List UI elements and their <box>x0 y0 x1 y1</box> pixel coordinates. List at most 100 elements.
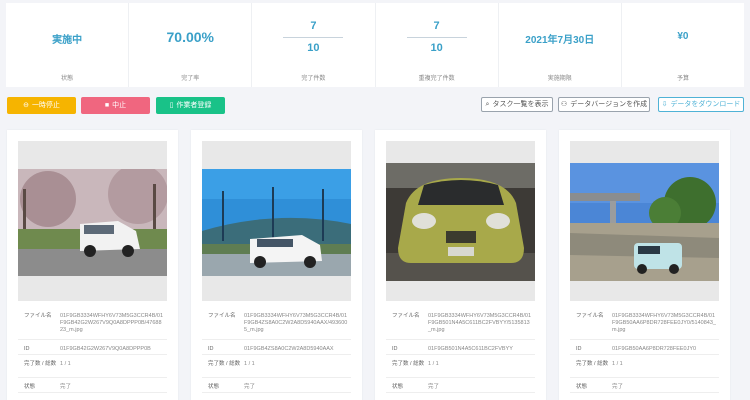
download-button[interactable]: ⇩ データをダウンロード <box>658 97 744 112</box>
meta-key: ファイル名 <box>392 313 420 319</box>
meta-value: 1 / 1 <box>428 361 439 367</box>
meta-key: ID <box>24 346 30 352</box>
stop-button[interactable]: ■ 中止 <box>81 97 150 114</box>
meta-key: 状態 <box>576 384 588 390</box>
stat-denominator: 10 <box>307 42 320 54</box>
image-card[interactable]: ファイル名 01F9GB3334WFHY6V73M5G3CCR4B/01F9GB4… <box>191 130 362 400</box>
meta-value: 1 / 1 <box>612 361 623 367</box>
meta-row-id: ID 01F9GB50AA6P8DR728FEE0JY0 <box>570 340 719 355</box>
meta-row-status: 状態 完了 <box>386 378 535 393</box>
meta-value: 01F9GB4ZS8A0C2W2A8D5940AAX <box>244 346 334 352</box>
car-photo-image <box>18 169 167 276</box>
image-card[interactable]: ファイル名 01F9GB3334WFHY6V73M5G3CCR4B/01F9GB4… <box>7 130 178 400</box>
fraction-divider <box>283 37 344 38</box>
stat-label: 重複完了件数 <box>418 76 455 82</box>
thumbnail <box>386 141 535 301</box>
stat-numerator: 7 <box>310 20 317 32</box>
meta-row-progress: 完了数 / 総数 1 / 1 <box>202 355 351 378</box>
stat-deadline: 2021年7月30日 実施期限 <box>499 3 622 87</box>
meta-key: 状態 <box>392 384 404 390</box>
show-tasks-label: タスク一覧を表示 <box>492 101 549 108</box>
image-card[interactable]: ファイル名 01F9GB3334WFHY6V73M5G3CCR4B/01F9GB5… <box>559 130 730 400</box>
thumbnail <box>570 141 719 301</box>
create-version-label: データバージョンを作成 <box>570 101 648 108</box>
car-photo-image <box>386 163 535 281</box>
stat-label: 完了率 <box>181 76 200 82</box>
meta-value: 完了 <box>612 384 624 390</box>
stat-budget: ¥0 予算 <box>622 3 744 87</box>
image-card[interactable]: ファイル名 01F9GB3334WFHY6V73M5G3CCR4B/01F9GB5… <box>375 130 546 400</box>
car-photo-image <box>570 163 719 281</box>
meta-row-filename: ファイル名 01F9GB3334WFHY6V73M5G3CCR4B/01F9GB4… <box>18 307 167 340</box>
stat-duplicate-completed-count: 7 10 重複完了件数 <box>376 3 499 87</box>
stat-completion-rate: 70.00% 完了率 <box>129 3 253 87</box>
meta-row-id: ID 01F9GB4ZS8A0C2W2A8D5940AAX <box>202 340 351 355</box>
meta-value: 01F9GB50AA6P8DR728FEE0JY0 <box>612 346 697 352</box>
meta-key: 状態 <box>208 384 220 390</box>
stat-label: 完了件数 <box>301 76 326 82</box>
meta-value: 1 / 1 <box>60 361 71 367</box>
thumbnail <box>202 141 351 301</box>
meta-key: ファイル名 <box>576 313 604 319</box>
download-label: データをダウンロード <box>670 101 741 108</box>
meta-key: ファイル名 <box>208 313 236 319</box>
meta-value: 01F9GB3334WFHY6V73M5G3CCR4B/01F9GB42G2W2… <box>60 313 164 333</box>
meta-key: 完了数 / 総数 <box>392 361 425 367</box>
meta-row-id: ID 01F9GB42G2W267V9Q0A8DPPP0B <box>18 340 167 355</box>
meta-key: ID <box>576 346 582 352</box>
stat-value: 70.00% <box>166 29 214 45</box>
meta-key: 状態 <box>24 384 36 390</box>
pause-label: 一時停止 <box>31 102 60 109</box>
stat-numerator: 7 <box>433 20 440 32</box>
meta-row-status: 状態 完了 <box>18 378 167 393</box>
meta-value: 01F9GB3334WFHY6V73M5G3CCR4B/01F9GB50AA6P… <box>612 313 716 333</box>
user-icon: ⚇ <box>560 101 568 108</box>
phone-icon: ▯ <box>169 102 174 109</box>
meta-row-filename: ファイル名 01F9GB3334WFHY6V73M5G3CCR4B/01F9GB5… <box>386 307 535 340</box>
show-tasks-button[interactable]: ⌕ タスク一覧を表示 <box>481 97 553 112</box>
stat-value: 2021年7月30日 <box>525 35 595 46</box>
meta-value: 01F9GB3334WFHY6V73M5G3CCR4B/01F9GB501N4A… <box>428 313 532 333</box>
stat-value: 実施中 <box>52 35 83 46</box>
meta-value: 01F9GB42G2W267V9Q0A8DPPP0B <box>60 346 151 352</box>
create-version-button[interactable]: ⚇ データバージョンを作成 <box>558 97 650 112</box>
fraction-divider <box>406 37 467 38</box>
meta-value: 完了 <box>428 384 440 390</box>
meta-row-progress: 完了数 / 総数 1 / 1 <box>386 355 535 378</box>
car-photo-image <box>202 169 351 276</box>
meta-key: 完了数 / 総数 <box>576 361 609 367</box>
meta-value: 1 / 1 <box>244 361 255 367</box>
meta-value: 01F9GB3334WFHY6V73M5G3CCR4B/01F9GB4ZS8A0… <box>244 313 348 333</box>
stat-label: 実施期限 <box>547 76 572 82</box>
card-meta: ファイル名 01F9GB3334WFHY6V73M5G3CCR4B/01F9GB5… <box>570 307 719 393</box>
meta-key: 完了数 / 総数 <box>208 361 241 367</box>
stop-icon: ■ <box>104 102 110 109</box>
meta-value: 完了 <box>60 384 72 390</box>
stat-value: ¥0 <box>677 31 689 42</box>
meta-row-progress: 完了数 / 総数 1 / 1 <box>570 355 719 378</box>
meta-row-filename: ファイル名 01F9GB3334WFHY6V73M5G3CCR4B/01F9GB5… <box>570 307 719 340</box>
stat-label: 予算 <box>676 76 689 82</box>
pause-button[interactable]: ⊖ 一時停止 <box>7 97 76 114</box>
stat-label: 状態 <box>61 76 74 82</box>
register-worker-button[interactable]: ▯ 作業者登録 <box>156 97 225 114</box>
stop-label: 中止 <box>112 102 127 109</box>
download-icon: ⇩ <box>661 101 668 108</box>
meta-row-progress: 完了数 / 総数 1 / 1 <box>18 355 167 378</box>
card-meta: ファイル名 01F9GB3334WFHY6V73M5G3CCR4B/01F9GB4… <box>202 307 351 393</box>
meta-key: 完了数 / 総数 <box>24 361 57 367</box>
thumbnail <box>18 141 167 301</box>
stat-denominator: 10 <box>430 42 443 54</box>
meta-row-status: 状態 完了 <box>570 378 719 393</box>
stat-status: 実施中 状態 <box>6 3 130 87</box>
pause-icon: ⊖ <box>23 102 29 109</box>
meta-row-id: ID 01F9GB501N4A5C611BC2FVBYY <box>386 340 535 355</box>
stat-completed-count: 7 10 完了件数 <box>252 3 376 87</box>
meta-key: ファイル名 <box>24 313 52 319</box>
meta-value: 完了 <box>244 384 256 390</box>
meta-key: ID <box>208 346 214 352</box>
meta-row-filename: ファイル名 01F9GB3334WFHY6V73M5G3CCR4B/01F9GB4… <box>202 307 351 340</box>
card-meta: ファイル名 01F9GB3334WFHY6V73M5G3CCR4B/01F9GB5… <box>386 307 535 393</box>
meta-key: ID <box>392 346 398 352</box>
search-icon: ⌕ <box>485 101 490 108</box>
